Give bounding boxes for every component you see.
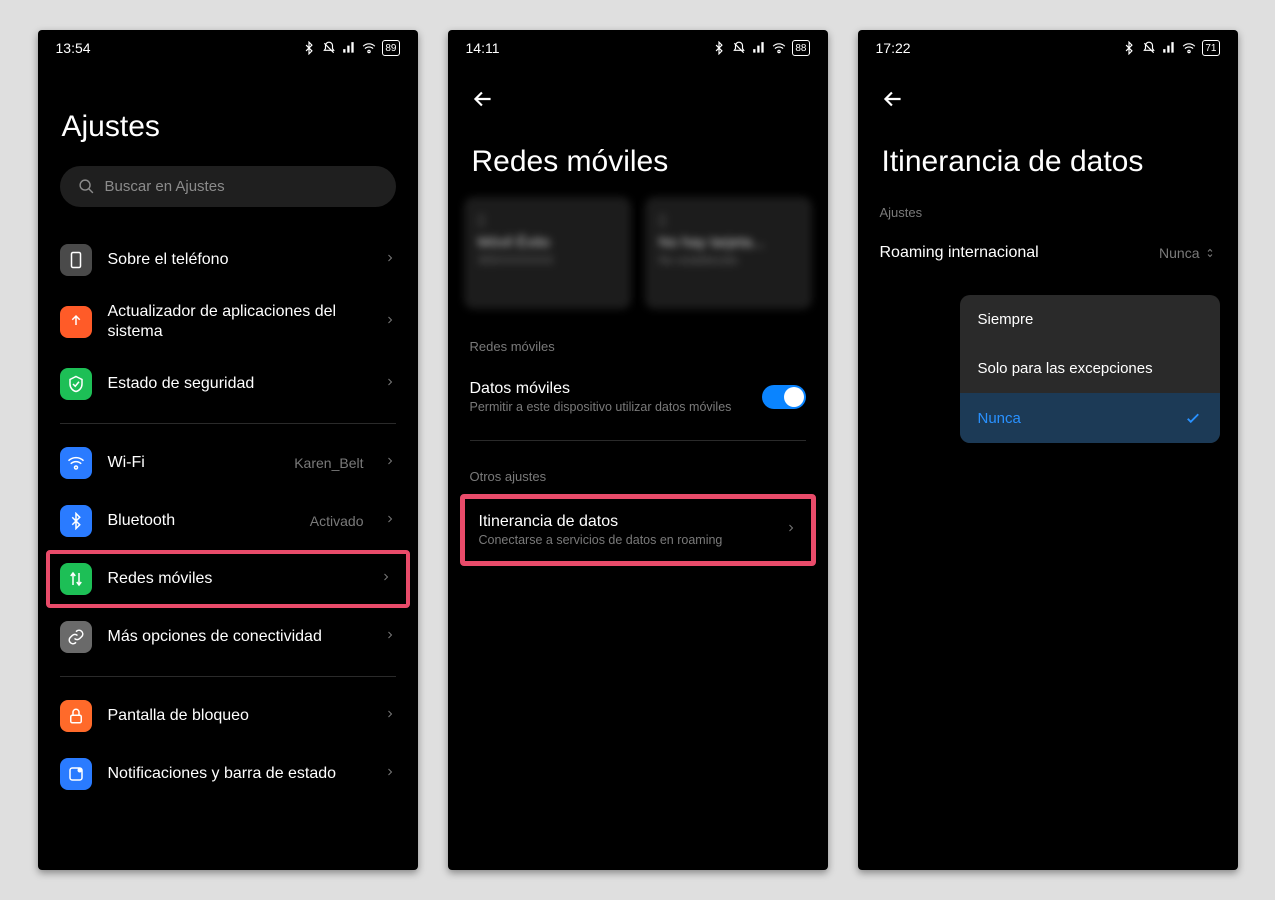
battery-icon: 71	[1202, 40, 1219, 56]
row-label: Roaming internacional	[880, 244, 1039, 262]
page-title: Redes móviles	[448, 117, 828, 197]
chevron-right-icon	[384, 454, 396, 472]
chevron-right-icon	[384, 765, 396, 783]
search-icon	[78, 178, 95, 195]
sim-card-1[interactable]: ▯ Móvil Éxito 305XXXXXXX	[464, 197, 631, 309]
mobile-data-row[interactable]: Datos móviles Permitir a este dispositiv…	[448, 364, 828, 430]
clock: 14:11	[466, 40, 500, 56]
divider	[60, 423, 396, 424]
bluetooth-row[interactable]: Bluetooth Activado	[38, 492, 418, 550]
status-icons: 71	[1122, 40, 1219, 56]
wifi-value: Karen_Belt	[294, 455, 363, 471]
check-icon	[1184, 409, 1202, 427]
settings-screen: 13:54 89 Ajustes Buscar en Ajustes Sobre…	[38, 30, 418, 870]
mobile-data-toggle[interactable]	[762, 385, 806, 409]
option-never[interactable]: Nunca	[960, 393, 1220, 443]
chevron-right-icon	[785, 521, 797, 539]
about-phone-row[interactable]: Sobre el teléfono	[38, 231, 418, 289]
search-placeholder: Buscar en Ajustes	[105, 178, 225, 195]
back-button[interactable]	[448, 60, 496, 117]
bluetooth-status-icon	[1122, 41, 1136, 55]
battery-icon: 88	[792, 40, 809, 56]
lock-screen-row[interactable]: Pantalla de bloqueo	[38, 687, 418, 745]
data-roaming-screen: 17:22 71 Itinerancia de datos Ajustes Ro…	[858, 30, 1238, 870]
wifi-status-icon	[362, 41, 376, 55]
chevron-right-icon	[384, 628, 396, 646]
chevron-right-icon	[384, 313, 396, 331]
mobile-data-icon	[60, 563, 92, 595]
signal-icon	[342, 41, 356, 55]
signal-icon	[1162, 41, 1176, 55]
page-title: Itinerancia de datos	[858, 117, 1238, 197]
bluetooth-icon	[60, 505, 92, 537]
shield-icon	[60, 368, 92, 400]
section-header: Otros ajustes	[448, 451, 828, 494]
international-roaming-row[interactable]: Roaming internacional Nunca	[858, 230, 1238, 276]
chevron-right-icon	[384, 512, 396, 530]
page-title: Ajustes	[38, 60, 418, 162]
mute-icon	[732, 41, 746, 55]
more-connectivity-row[interactable]: Más opciones de conectividad	[38, 608, 418, 666]
clock: 17:22	[876, 40, 911, 56]
dropdown-value: Nunca	[1159, 245, 1215, 261]
option-exceptions[interactable]: Solo para las excepciones	[960, 344, 1220, 393]
status-bar: 14:11 88	[448, 30, 828, 60]
notifications-icon	[60, 758, 92, 790]
bluetooth-status-icon	[302, 41, 316, 55]
bluetooth-value: Activado	[310, 513, 364, 529]
system-updater-row[interactable]: Actualizador de aplicaciones del sistema	[38, 289, 418, 355]
divider	[60, 676, 396, 677]
section-header: Ajustes	[858, 197, 1238, 230]
phone-info-icon	[60, 244, 92, 276]
sim-cards: ▯ Móvil Éxito 305XXXXXXX ▯ No hay tarjet…	[448, 197, 828, 321]
data-roaming-highlight: Itinerancia de datos Conectarse a servic…	[460, 494, 816, 566]
option-always[interactable]: Siempre	[960, 295, 1220, 344]
bluetooth-status-icon	[712, 41, 726, 55]
link-icon	[60, 621, 92, 653]
notifications-row[interactable]: Notificaciones y barra de estado	[38, 745, 418, 803]
back-button[interactable]	[858, 60, 906, 117]
status-icons: 89	[302, 40, 399, 56]
section-header: Redes móviles	[448, 321, 828, 364]
security-status-row[interactable]: Estado de seguridad	[38, 355, 418, 413]
divider	[470, 440, 806, 441]
chevron-right-icon	[380, 570, 392, 588]
sim-card-2[interactable]: ▯ No hay tarjeta... No establecido	[645, 197, 812, 309]
chevron-right-icon	[384, 707, 396, 725]
status-bar: 13:54 89	[38, 30, 418, 60]
mobile-networks-screen: 14:11 88 Redes móviles ▯ Móvil Éxito 305…	[448, 30, 828, 870]
status-bar: 17:22 71	[858, 30, 1238, 60]
wifi-status-icon	[772, 41, 786, 55]
mute-icon	[322, 41, 336, 55]
signal-icon	[752, 41, 766, 55]
wifi-status-icon	[1182, 41, 1196, 55]
chevron-right-icon	[384, 251, 396, 269]
clock: 13:54	[56, 40, 91, 56]
lock-icon	[60, 700, 92, 732]
updown-icon	[1204, 247, 1216, 259]
mute-icon	[1142, 41, 1156, 55]
wifi-row[interactable]: Wi-Fi Karen_Belt	[38, 434, 418, 492]
update-icon	[60, 306, 92, 338]
battery-icon: 89	[382, 40, 399, 56]
chevron-right-icon	[384, 375, 396, 393]
wifi-icon	[60, 447, 92, 479]
roaming-dropdown-popup: Siempre Solo para las excepciones Nunca	[960, 295, 1220, 443]
mobile-networks-row[interactable]: Redes móviles	[46, 550, 410, 608]
status-icons: 88	[712, 40, 809, 56]
data-roaming-row[interactable]: Itinerancia de datos Conectarse a servic…	[465, 499, 811, 561]
search-input[interactable]: Buscar en Ajustes	[60, 166, 396, 207]
